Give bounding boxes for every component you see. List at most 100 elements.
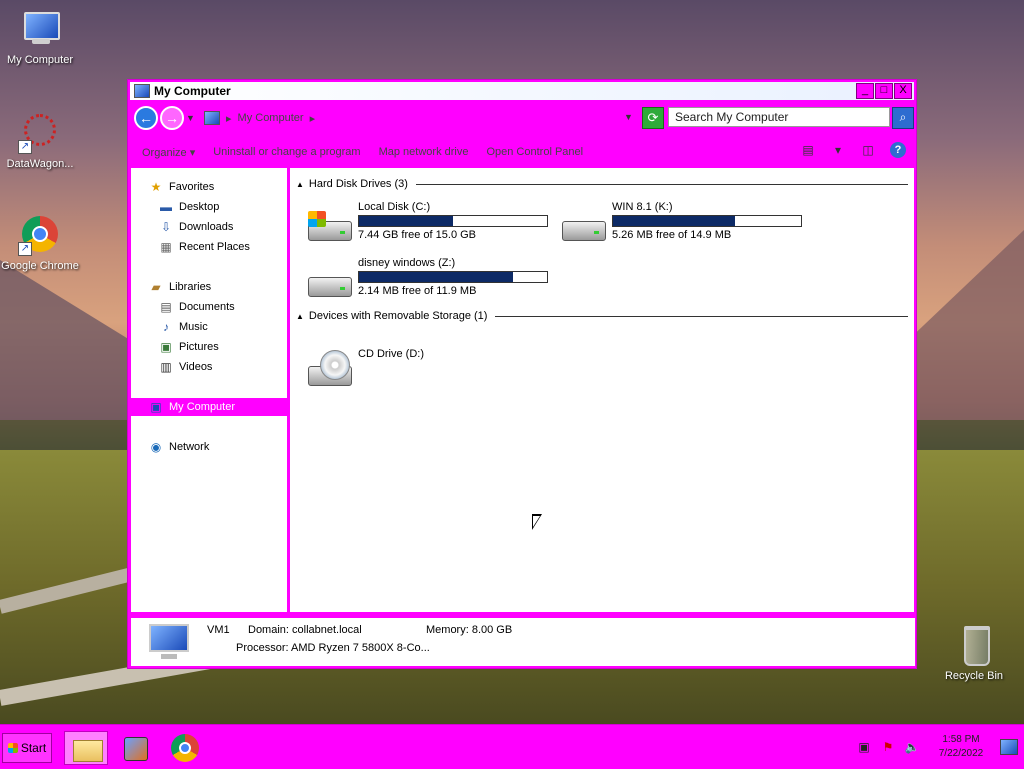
drive-free-space: 2.14 MB free of 11.9 MB: [358, 285, 477, 297]
nav-my-computer[interactable]: ▣ My Computer: [131, 398, 287, 416]
start-button[interactable]: Start: [2, 733, 52, 763]
view-options-chevron-icon[interactable]: ▾: [830, 142, 846, 158]
group-title: Hard Disk Drives (3): [308, 178, 408, 190]
refresh-button[interactable]: ⟳: [642, 107, 664, 129]
computer-memory: Memory: 8.00 GB: [426, 624, 513, 636]
group-header-removable-storage[interactable]: ▲ Devices with Removable Storage (1): [296, 308, 908, 324]
desktop-icon-label: My Computer: [6, 54, 74, 66]
nav-label: Recent Places: [179, 241, 250, 253]
chrome-icon: [171, 734, 199, 762]
videos-icon: ▥: [160, 359, 172, 374]
folder-icon: [73, 740, 103, 762]
desktop-icon: ▬: [160, 199, 172, 214]
change-view-icon[interactable]: ▤: [800, 142, 816, 158]
mouse-cursor: [532, 514, 542, 530]
back-button[interactable]: ←: [134, 106, 158, 130]
desktop-icon-my-computer[interactable]: My Computer: [0, 8, 80, 66]
taskbar: Start ▣ ⚑ 🔈 1:58 PM 7/22/2022: [0, 724, 1024, 769]
drive-free-space: 5.26 MB free of 14.9 MB: [612, 229, 732, 241]
organize-label: Organize: [142, 146, 187, 159]
computer-domain: Domain: collabnet.local: [248, 624, 362, 636]
address-dropdown-button[interactable]: ▼: [624, 112, 633, 122]
navigation-pane: ★ Favorites ▬ Desktop ⇩ Downloads ▦ Recent P…: [131, 168, 287, 612]
drive-item-z[interactable]: disney windows (Z:) 2.14 MB free of 11.9…: [306, 257, 556, 307]
nav-favorites[interactable]: ★ Favorites: [149, 178, 287, 196]
media-player-icon: [124, 737, 148, 761]
uninstall-program-button[interactable]: Uninstall or change a program: [213, 146, 360, 158]
nav-downloads[interactable]: ⇩ Downloads: [159, 218, 287, 236]
address-bar[interactable]: ▸ My Computer ▸: [204, 108, 634, 128]
drive-name: Local Disk (C:): [358, 201, 431, 213]
drive-usage-bar: [358, 271, 548, 283]
address-chevron[interactable]: ▸: [226, 112, 232, 125]
desktop-icon-recycle-bin[interactable]: Recycle Bin: [934, 624, 1014, 682]
command-bar: Organize ▾ Uninstall or change a program…: [130, 138, 914, 166]
search-input[interactable]: Search My Computer: [668, 107, 890, 127]
computer-stand: [161, 654, 177, 659]
desktop-icon-google-chrome[interactable]: ↗ Google Chrome: [0, 214, 80, 272]
documents-icon: ▤: [160, 299, 172, 314]
start-label: Start: [20, 741, 47, 755]
recycle-bin-icon: [952, 624, 996, 668]
open-control-panel-button[interactable]: Open Control Panel: [486, 146, 583, 158]
group-header-hard-disk-drives[interactable]: ▲ Hard Disk Drives (3): [296, 176, 908, 192]
network-status-icon[interactable]: ▣: [856, 739, 872, 755]
collapse-triangle-icon: ▲: [296, 311, 304, 321]
show-desktop-icon[interactable]: [1000, 739, 1018, 755]
nav-videos[interactable]: ▥ Videos: [159, 358, 287, 376]
nav-label: Desktop: [179, 201, 220, 213]
drive-name: CD Drive (D:): [358, 348, 424, 360]
chrome-icon: ↗: [18, 214, 62, 258]
chevron-down-icon: ▾: [189, 146, 196, 159]
drive-item-c[interactable]: Local Disk (C:) 7.44 GB free of 15.0 GB: [306, 201, 556, 251]
taskbar-media-player-button[interactable]: [112, 731, 156, 765]
nav-documents[interactable]: ▤ Documents: [159, 298, 287, 316]
nav-libraries[interactable]: ▰ Libraries: [149, 278, 287, 296]
drive-free-space: 7.44 GB free of 15.0 GB: [358, 229, 477, 241]
recent-pages-dropdown[interactable]: ▼: [186, 113, 195, 123]
volume-icon[interactable]: 🔈: [904, 739, 920, 755]
maximize-button[interactable]: □: [875, 83, 893, 99]
nav-label: Downloads: [179, 221, 234, 233]
taskbar-explorer-button[interactable]: [64, 731, 108, 765]
clock[interactable]: 1:58 PM 7/22/2022: [928, 733, 994, 761]
computer-icon: [18, 8, 62, 52]
nav-network[interactable]: ◉ Network: [149, 438, 287, 456]
action-center-flag-icon[interactable]: ⚑: [880, 739, 896, 755]
pictures-icon: ▣: [160, 339, 172, 354]
downloads-icon: ⇩: [160, 219, 172, 234]
close-button[interactable]: X: [894, 83, 912, 99]
recent-places-icon: ▦: [160, 239, 172, 254]
window-title: My Computer: [154, 84, 231, 98]
nav-recent-places[interactable]: ▦ Recent Places: [159, 238, 287, 256]
nav-music[interactable]: ♪ Music: [159, 318, 287, 336]
nav-pictures[interactable]: ▣ Pictures: [159, 338, 287, 356]
view-controls: ▤ ▾ ◫ ?: [800, 142, 906, 158]
nav-desktop[interactable]: ▬ Desktop: [159, 198, 287, 216]
desktop-icon-label: Recycle Bin: [944, 670, 1004, 682]
desktop-icon-datawagon[interactable]: ↗ DataWagon...: [0, 112, 80, 170]
address-location[interactable]: My Computer: [238, 112, 304, 124]
shortcut-arrow-icon: ↗: [18, 140, 32, 154]
organize-menu[interactable]: Organize ▾: [142, 146, 195, 159]
search-button[interactable]: ⌕: [892, 107, 914, 129]
address-location-chevron[interactable]: ▸: [310, 112, 316, 125]
computer-icon: [204, 111, 220, 125]
help-icon[interactable]: ?: [890, 142, 906, 158]
explorer-window: My Computer _ □ X ← → ▼ ▸ My Computer ▸ …: [127, 79, 917, 669]
desktop-icon-label: DataWagon...: [6, 158, 74, 170]
drive-item-k[interactable]: WIN 8.1 (K:) 5.26 MB free of 14.9 MB: [560, 201, 810, 251]
taskbar-chrome-button[interactable]: [164, 731, 208, 765]
cd-drive-icon: [306, 350, 352, 388]
forward-button[interactable]: →: [160, 106, 184, 130]
hard-drive-icon: [306, 267, 352, 299]
preview-pane-icon[interactable]: ◫: [860, 142, 876, 158]
music-icon: ♪: [163, 319, 169, 334]
drive-usage-fill: [359, 272, 514, 282]
libraries-icon: ▰: [151, 279, 161, 294]
minimize-button[interactable]: _: [856, 83, 874, 99]
drive-item-cd[interactable]: CD Drive (D:): [306, 346, 556, 396]
star-icon: ★: [150, 179, 162, 194]
map-network-drive-button[interactable]: Map network drive: [379, 146, 469, 158]
title-bar[interactable]: My Computer _ □ X: [130, 82, 914, 100]
